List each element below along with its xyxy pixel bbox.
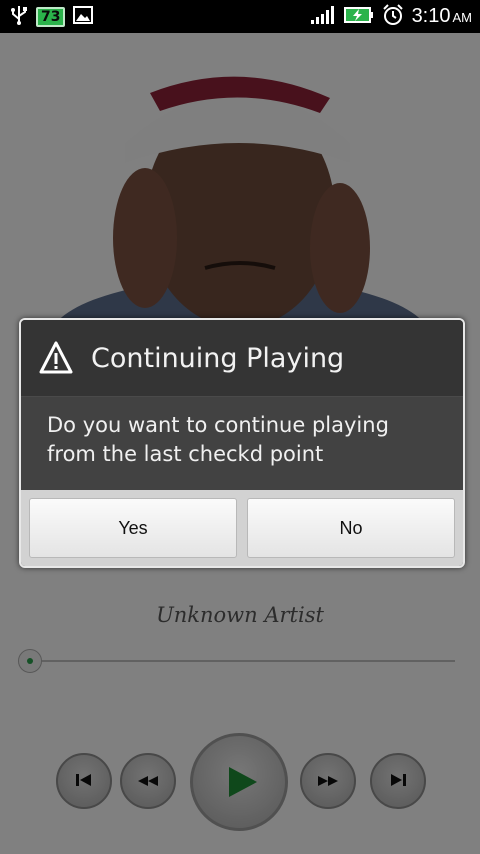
dialog-header: Continuing Playing: [21, 320, 463, 397]
no-button[interactable]: No: [247, 498, 455, 558]
yes-button[interactable]: Yes: [29, 498, 237, 558]
battery-charging-icon: [343, 6, 374, 28]
clock-ampm: AM: [452, 10, 473, 25]
alarm-icon: [382, 3, 404, 30]
continue-playing-dialog: Continuing Playing Do you want to contin…: [19, 318, 465, 568]
notification-count-badge: 73: [36, 6, 66, 27]
status-clock: 3:10 AM: [412, 5, 472, 28]
signal-icon: [310, 5, 336, 29]
dialog-message: Do you want to continue playing from the…: [21, 397, 463, 493]
image-icon: [73, 5, 94, 28]
usb-icon: [10, 5, 28, 29]
status-bar: 73 3:10 AM: [0, 0, 480, 33]
dialog-button-bar: Yes No: [21, 490, 463, 566]
clock-time: 3:10: [411, 5, 451, 27]
dialog-title: Continuing Playing: [91, 342, 345, 374]
warning-icon: [39, 341, 73, 374]
